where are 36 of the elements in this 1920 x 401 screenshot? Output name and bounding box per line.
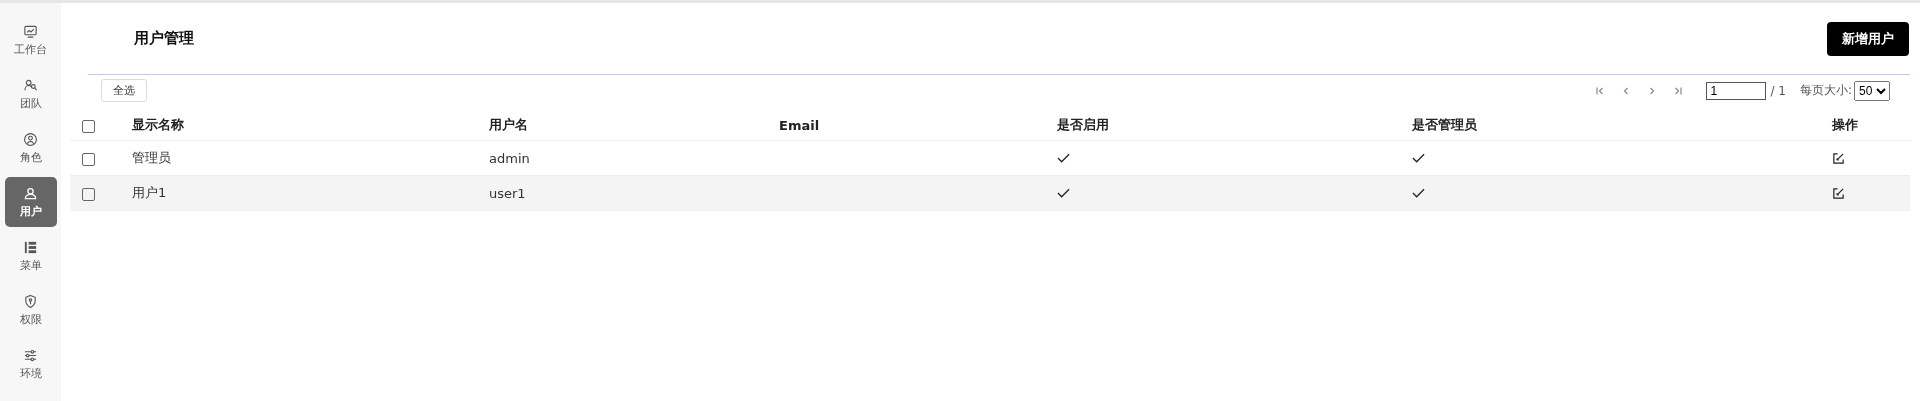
- shield-icon: [23, 293, 38, 309]
- table-cell: admin: [489, 150, 530, 166]
- checkbox[interactable]: [82, 187, 95, 201]
- column-header: 用户名: [489, 117, 528, 132]
- sliders-icon: [23, 347, 38, 363]
- monitor-icon: [23, 23, 38, 39]
- add-user-button[interactable]: 新增用户: [1827, 21, 1909, 56]
- sidebar-item[interactable]: 权限: [4, 285, 57, 335]
- select-all-button[interactable]: 全选: [101, 79, 147, 102]
- column-header: 操作: [1832, 117, 1858, 132]
- users-icon: [23, 185, 38, 201]
- column-header: Email: [779, 117, 820, 133]
- user-circle-icon: [23, 131, 38, 147]
- page-total: / 1: [1770, 83, 1786, 98]
- table-cell: 用户1: [132, 185, 167, 200]
- column-header: 显示名称: [132, 117, 184, 132]
- column-header: 是否启用: [1057, 117, 1109, 132]
- page-input[interactable]: 1: [1706, 81, 1767, 100]
- table-cell: 管理员: [132, 150, 171, 165]
- edit-icon[interactable]: [1832, 151, 1845, 165]
- column-header: 是否管理员: [1412, 117, 1477, 132]
- page-size-label: 每页大小:: [1799, 82, 1852, 99]
- sidebar-item[interactable]: 菜单: [4, 231, 57, 281]
- list-icon: [23, 239, 38, 255]
- checkbox[interactable]: [82, 119, 95, 133]
- team-icon: [23, 77, 38, 93]
- checkbox[interactable]: [82, 152, 95, 166]
- page-title: 用户管理: [134, 29, 194, 48]
- page-size-select[interactable]: 50: [1854, 80, 1890, 101]
- sidebar-item[interactable]: 环境: [4, 339, 57, 389]
- sidebar-item[interactable]: 团队: [4, 69, 57, 119]
- sidebar-item[interactable]: 用户: [4, 177, 57, 227]
- table-cell: user1: [489, 185, 526, 201]
- sidebar-item[interactable]: 工作台: [4, 15, 57, 65]
- sidebar-item[interactable]: 角色: [4, 123, 57, 173]
- edit-icon[interactable]: [1832, 186, 1845, 200]
